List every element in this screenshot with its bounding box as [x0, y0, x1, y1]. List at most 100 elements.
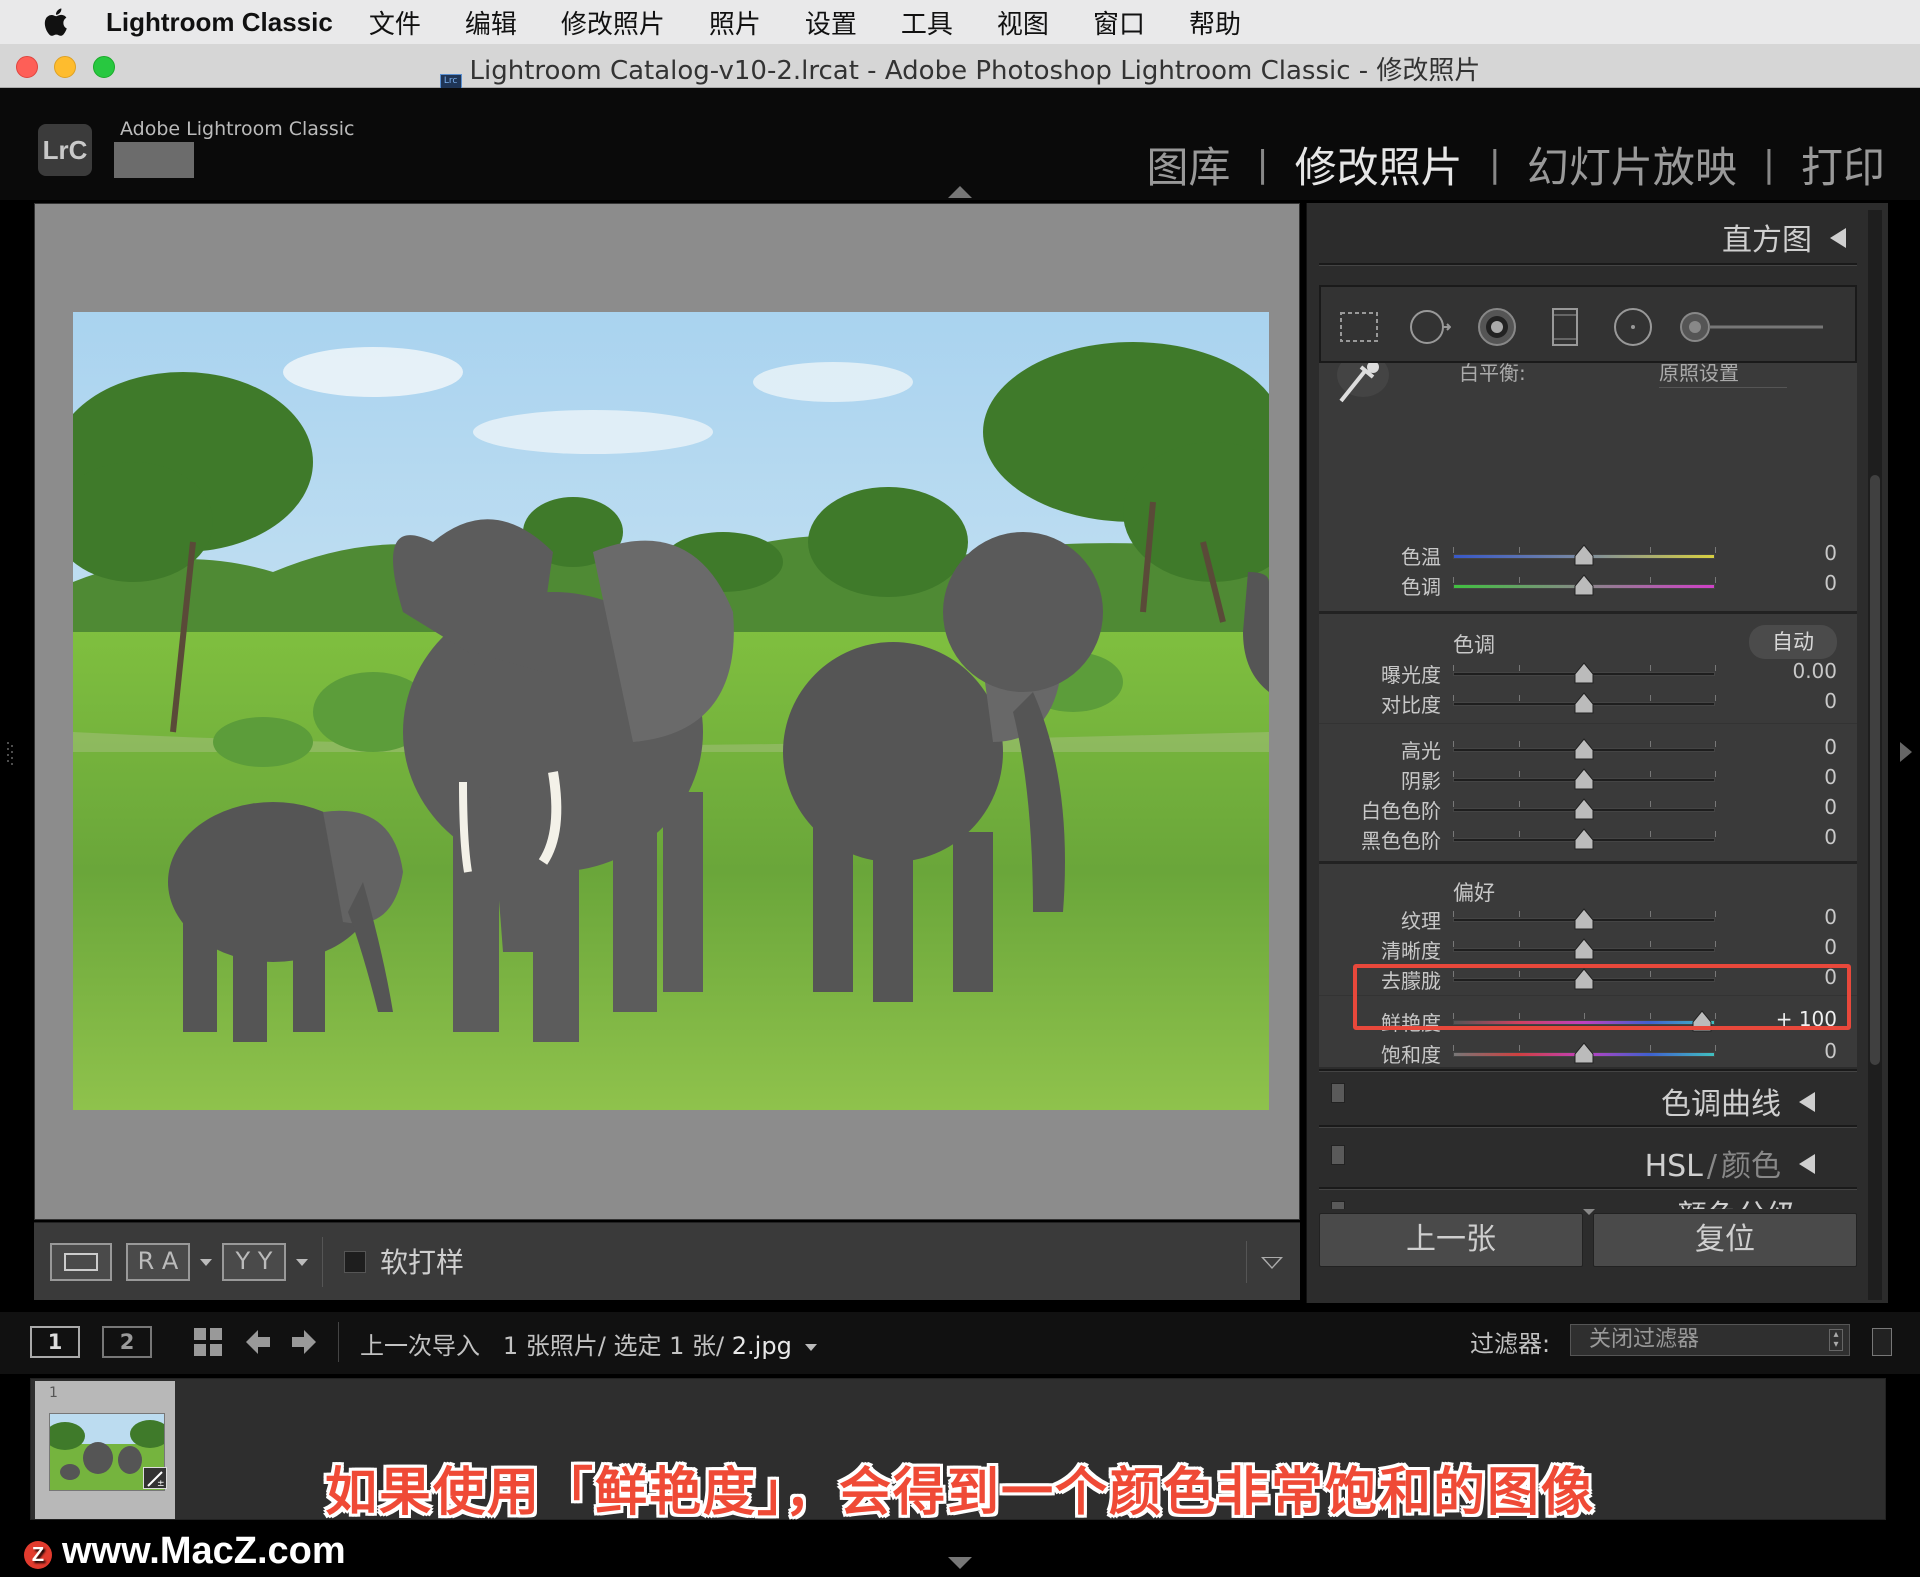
slider-row-blacks[interactable]: 黑色色阶 0 — [1319, 825, 1857, 855]
filmstrip-source-info[interactable]: 上一次导入 1 张照片/ 选定 1 张/ 2.jpg — [360, 1326, 818, 1361]
bottom-panel-toggle-icon[interactable] — [948, 1557, 972, 1569]
slider-thumb-icon[interactable] — [1574, 662, 1594, 684]
adjustment-brush-tool-icon[interactable] — [1677, 305, 1827, 349]
slider-thumb-icon[interactable] — [1574, 828, 1594, 850]
basic-panel-scroll-area[interactable]: 白平衡: 原照设置 色温 0 色调 0 色调 自动 曝光度 0.00 对比度 0 高光 0… — [1319, 363, 1857, 1067]
histogram-panel-header[interactable]: 直方图 — [1722, 215, 1846, 259]
sub-divider — [1319, 723, 1857, 724]
panel-enable-switch[interactable] — [1331, 1201, 1345, 1209]
toolbar-content-menu-button[interactable] — [1246, 1241, 1294, 1283]
menu-develop[interactable]: 修改照片 — [561, 4, 665, 41]
slider-thumb-icon[interactable] — [1574, 768, 1594, 790]
slider-value[interactable]: 0 — [1824, 689, 1837, 713]
auto-tone-button[interactable]: 自动 — [1749, 625, 1837, 659]
right-panel-scrollbar[interactable] — [1870, 475, 1880, 1065]
hsl-tab[interactable]: HSL — [1645, 1149, 1703, 1184]
color-grading-panel-header-clipped[interactable]: 颜色分级 — [1319, 1193, 1857, 1209]
wb-preset-underline — [1659, 387, 1787, 388]
arrow-right-icon[interactable] — [290, 1328, 318, 1356]
white-balance-eyedropper-icon[interactable] — [1329, 363, 1389, 407]
hsl-panel-header[interactable]: HSL / 颜色 — [1319, 1135, 1857, 1184]
module-slideshow[interactable]: 幻灯片放映 — [1527, 134, 1737, 195]
tutorial-caption: 如果使用「鲜艳度」，会得到一个颜色非常饱和的图像 — [324, 1463, 1595, 1523]
crop-tool-icon[interactable] — [1337, 305, 1381, 349]
slider-value[interactable]: 0 — [1824, 735, 1837, 759]
menu-edit[interactable]: 编辑 — [465, 4, 517, 41]
slider-row-shadows[interactable]: 阴影 0 — [1319, 765, 1857, 795]
photo-loupe-view[interactable] — [34, 203, 1300, 1220]
slider-row-whites[interactable]: 白色色阶 0 — [1319, 795, 1857, 825]
graduated-filter-tool-icon[interactable] — [1543, 305, 1587, 349]
slider-value[interactable]: 0 — [1824, 935, 1837, 959]
before-after-copy-button[interactable]: Y Y — [222, 1243, 286, 1281]
slider-thumb-icon[interactable] — [1574, 938, 1594, 960]
elephant-photo[interactable] — [73, 312, 1269, 1110]
slider-thumb-icon[interactable] — [1574, 738, 1594, 760]
before-after-lr-button[interactable]: R A — [126, 1243, 190, 1281]
source-dropdown-icon[interactable] — [805, 1344, 818, 1351]
tone-curve-panel-header[interactable]: 色调曲线 — [1319, 1073, 1857, 1122]
left-panel-toggle-icon[interactable] — [6, 740, 16, 766]
section-divider — [1319, 611, 1857, 614]
slider-row-saturation[interactable]: 饱和度 0 — [1319, 1039, 1857, 1067]
soft-proof-label: 软打样 — [380, 1246, 465, 1279]
apple-icon[interactable] — [40, 5, 74, 39]
menu-view[interactable]: 视图 — [997, 4, 1049, 41]
color-tab[interactable]: 颜色 — [1721, 1149, 1781, 1184]
menu-settings[interactable]: 设置 — [805, 4, 857, 41]
primary-window-button[interactable]: 1 — [30, 1326, 80, 1358]
slider-row-clarity[interactable]: 清晰度 0 — [1319, 935, 1857, 965]
soft-proof-checkbox[interactable] — [344, 1251, 366, 1273]
top-panel-toggle-icon[interactable] — [948, 186, 972, 198]
slider-value[interactable]: 0 — [1824, 571, 1837, 595]
slider-value[interactable]: 0 — [1824, 905, 1837, 929]
arrow-left-icon[interactable] — [244, 1328, 272, 1356]
slider-value[interactable]: 0.00 — [1792, 659, 1837, 683]
radial-filter-tool-icon[interactable] — [1611, 305, 1655, 349]
slider-value[interactable]: 0 — [1824, 825, 1837, 849]
panel-enable-switch[interactable] — [1331, 1145, 1345, 1165]
slider-value[interactable]: 0 — [1824, 765, 1837, 789]
slider-thumb-icon[interactable] — [1574, 692, 1594, 714]
right-panel-toggle-icon[interactable] — [1900, 742, 1912, 762]
color-grading-title: 颜色分级 — [1677, 1193, 1797, 1209]
panel-enable-switch[interactable] — [1331, 1083, 1345, 1103]
red-eye-tool-icon[interactable] — [1475, 305, 1519, 349]
reset-button[interactable]: 复位 — [1593, 1213, 1857, 1267]
slider-row-tint[interactable]: 色调 0 — [1319, 571, 1857, 601]
loupe-view-button[interactable] — [50, 1243, 112, 1281]
slider-thumb-icon[interactable] — [1574, 908, 1594, 930]
menu-app-name[interactable]: Lightroom Classic — [106, 7, 333, 38]
before-after-copy-dropdown-icon[interactable] — [296, 1259, 308, 1266]
filter-select[interactable]: 关闭过滤器 ▴ ▾ — [1570, 1324, 1850, 1356]
slider-thumb-icon[interactable] — [1574, 574, 1594, 596]
before-after-lr-dropdown-icon[interactable] — [200, 1259, 212, 1266]
menu-help[interactable]: 帮助 — [1189, 4, 1241, 41]
module-library[interactable]: 图库 — [1147, 134, 1231, 195]
grid-view-icon[interactable] — [194, 1328, 222, 1356]
slider-thumb-icon[interactable] — [1574, 544, 1594, 566]
menu-tools[interactable]: 工具 — [901, 4, 953, 41]
slider-label: 清晰度 — [1381, 939, 1441, 963]
module-develop[interactable]: 修改照片 — [1295, 134, 1463, 195]
current-file-name: 2.jpg — [731, 1332, 792, 1360]
slider-value[interactable]: 0 — [1824, 541, 1837, 565]
menu-photo[interactable]: 照片 — [709, 4, 761, 41]
slider-row-contrast[interactable]: 对比度 0 — [1319, 689, 1857, 719]
filter-lock-icon[interactable] — [1872, 1328, 1892, 1356]
module-print[interactable]: 打印 — [1801, 134, 1885, 195]
white-balance-preset-select[interactable]: 原照设置 — [1659, 363, 1739, 386]
spot-removal-tool-icon[interactable] — [1407, 305, 1451, 349]
slider-thumb-icon[interactable] — [1574, 798, 1594, 820]
slider-thumb-icon[interactable] — [1574, 1042, 1594, 1064]
slider-row-highlights[interactable]: 高光 0 — [1319, 735, 1857, 765]
slider-row-exposure[interactable]: 曝光度 0.00 — [1319, 659, 1857, 689]
slider-row-texture[interactable]: 纹理 0 — [1319, 905, 1857, 935]
slider-value[interactable]: 0 — [1824, 795, 1837, 819]
slider-row-temp[interactable]: 色温 0 — [1319, 541, 1857, 571]
menu-window[interactable]: 窗口 — [1093, 4, 1145, 41]
previous-settings-button[interactable]: 上一张 — [1319, 1213, 1583, 1267]
menu-file[interactable]: 文件 — [369, 4, 421, 41]
slider-value[interactable]: 0 — [1824, 1039, 1837, 1063]
secondary-window-button[interactable]: 2 — [102, 1326, 152, 1358]
